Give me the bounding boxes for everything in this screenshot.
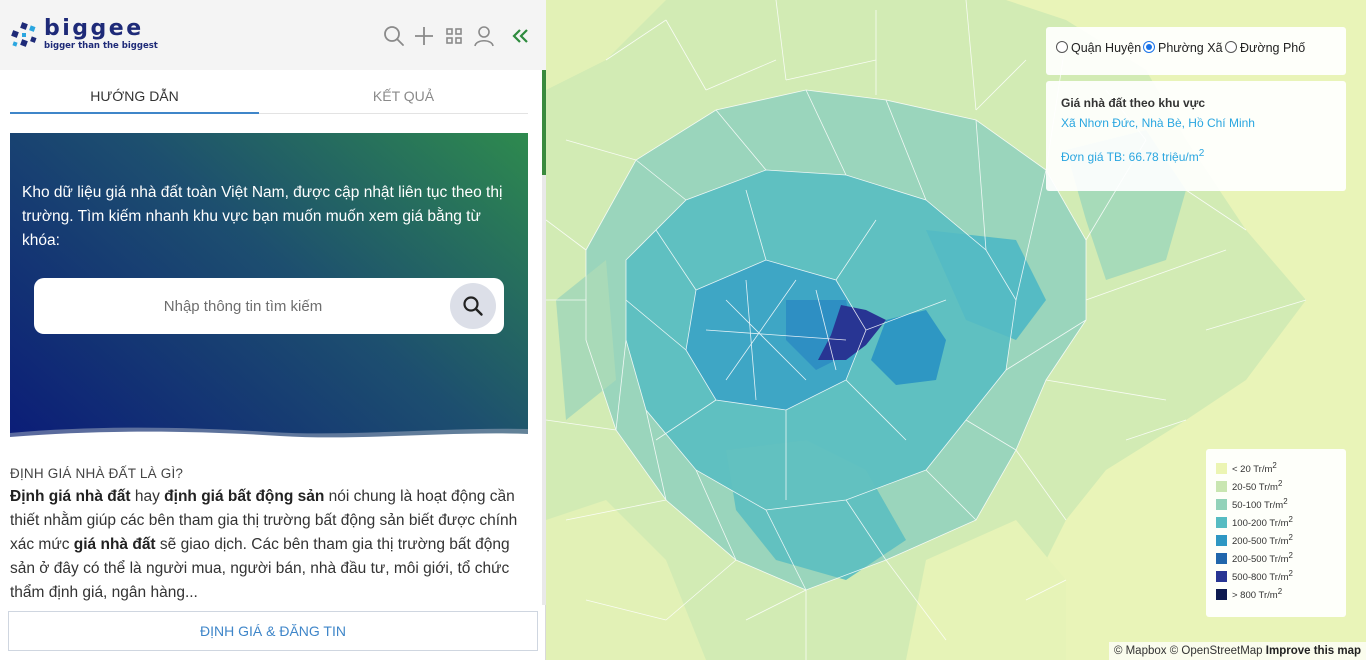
panel-tabs: HƯỚNG DẪN KẾT QUẢ — [10, 80, 528, 114]
brand-tagline: bigger than the biggest — [44, 41, 158, 51]
hero-banner: Kho dữ liệu giá nhà đất toàn Việt Nam, đ… — [10, 133, 528, 445]
hero-description: Kho dữ liệu giá nhà đất toàn Việt Nam, đ… — [22, 184, 503, 249]
price-value: Đơn giá TB: 66.78 triệu/m — [1061, 150, 1199, 164]
collapse-panel-icon[interactable] — [508, 24, 532, 48]
attribution-text[interactable]: © Mapbox © OpenStreetMap — [1114, 645, 1263, 657]
search-icon[interactable] — [382, 24, 406, 48]
legend-item: > 800 Tr/m2 — [1216, 587, 1282, 601]
article-text-part: giá nhà đất — [73, 536, 156, 553]
legend-item: 500-800 Tr/m2 — [1216, 569, 1293, 583]
legend-sup: 2 — [1277, 479, 1283, 488]
legend-sup: 2 — [1288, 515, 1293, 524]
legend-swatch — [1216, 589, 1227, 601]
legend-item: 100-200 Tr/m2 — [1216, 515, 1293, 529]
plus-icon[interactable] — [412, 24, 436, 48]
radio-duong-pho[interactable]: Đường Phố — [1225, 41, 1305, 59]
price-legend: < 20 Tr/m2 20-50 Tr/m2 50-100 Tr/m2 100-… — [1206, 449, 1346, 617]
legend-label: > 800 Tr/m — [1232, 590, 1278, 602]
valuation-post-button[interactable]: ĐỊNH GIÁ & ĐĂNG TIN — [8, 611, 538, 651]
map-attribution: © Mapbox © OpenStreetMap Improve this ma… — [1108, 642, 1366, 660]
logo-mark-icon — [11, 22, 37, 47]
legend-label: 100-200 Tr/m — [1232, 518, 1289, 530]
legend-sup: 2 — [1272, 461, 1277, 470]
legend-item: < 20 Tr/m2 — [1216, 461, 1277, 475]
radio-quan-huyen[interactable]: Quận Huyện — [1056, 41, 1141, 59]
legend-sup: 2 — [1288, 551, 1293, 560]
info-title: Giá nhà đất theo khu vực — [1061, 96, 1206, 110]
legend-swatch — [1216, 463, 1227, 475]
header-bar: biggee bigger than the biggest — [0, 0, 546, 70]
grid-icon[interactable] — [442, 24, 466, 48]
radio-quan-huyen-dot[interactable] — [1056, 41, 1068, 53]
hero-wave-decoration — [10, 427, 528, 445]
tab-huong-dan[interactable]: HƯỚNG DẪN — [10, 80, 259, 114]
legend-swatch — [1216, 481, 1227, 493]
brand-name: biggee — [44, 16, 144, 41]
left-panel: biggee bigger than the biggest HƯỚNG DẪN… — [0, 0, 546, 660]
article-text-part: Định giá nhà đất — [10, 488, 131, 505]
legend-item: 20-50 Tr/m2 — [1216, 479, 1282, 493]
legend-label: 20-50 Tr/m — [1232, 482, 1278, 494]
improve-map-link[interactable]: Improve this map — [1266, 645, 1361, 657]
search-box — [34, 278, 504, 334]
article-section: ĐỊNH GIÁ NHÀ ĐẤT LÀ GÌ? Định giá nhà đất… — [10, 466, 530, 605]
radio-label: Đường Phố — [1240, 41, 1306, 55]
search-button[interactable] — [450, 283, 496, 329]
area-info-card: Giá nhà đất theo khu vực Xã Nhơn Đức, Nh… — [1046, 81, 1346, 191]
legend-swatch — [1216, 535, 1227, 547]
legend-label: 500-800 Tr/m — [1232, 572, 1289, 584]
legend-sup: 2 — [1288, 569, 1293, 578]
search-icon — [463, 296, 483, 316]
legend-item: 200-500 Tr/m2 — [1216, 551, 1293, 565]
level-selector: Quận Huyện Phường Xã Đường Phố — [1046, 27, 1346, 75]
legend-swatch — [1216, 571, 1227, 583]
legend-label: 50-100 Tr/m — [1232, 500, 1284, 512]
legend-label: < 20 Tr/m — [1232, 464, 1273, 476]
article-text-part: định giá bất động sản — [164, 488, 325, 505]
radio-duong-pho-dot[interactable] — [1225, 41, 1237, 53]
info-price: Đơn giá TB: 66.78 triệu/m2 — [1061, 148, 1204, 164]
legend-label: 200-500 Tr/m — [1232, 536, 1289, 548]
article-body: Định giá nhà đất hay định giá bất động s… — [10, 485, 530, 605]
legend-swatch — [1216, 517, 1227, 529]
choropleth-map[interactable]: Quận Huyện Phường Xã Đường Phố Giá nhà đ… — [546, 0, 1366, 660]
user-icon[interactable] — [472, 24, 496, 48]
info-place: Xã Nhơn Đức, Nhà Bè, Hồ Chí Minh — [1061, 116, 1255, 130]
legend-swatch — [1216, 553, 1227, 565]
search-input[interactable] — [34, 278, 452, 334]
price-unit-sup: 2 — [1198, 148, 1205, 159]
article-heading: ĐỊNH GIÁ NHÀ ĐẤT LÀ GÌ? — [10, 466, 184, 481]
legend-item: 50-100 Tr/m2 — [1216, 497, 1288, 511]
radio-label: Phường Xã — [1158, 41, 1223, 55]
legend-item: 200-500 Tr/m2 — [1216, 533, 1293, 547]
legend-sup: 2 — [1283, 497, 1288, 506]
legend-sup: 2 — [1277, 587, 1283, 596]
radio-phuong-xa-dot[interactable] — [1143, 41, 1155, 53]
brand-logo[interactable]: biggee bigger than the biggest — [10, 16, 160, 54]
radio-label: Quận Huyện — [1071, 41, 1142, 55]
legend-label: 200-500 Tr/m — [1232, 554, 1289, 566]
legend-swatch — [1216, 499, 1227, 511]
legend-sup: 2 — [1288, 533, 1293, 542]
article-text-part: hay — [130, 488, 165, 505]
tab-ket-qua[interactable]: KẾT QUẢ — [279, 80, 528, 113]
radio-phuong-xa[interactable]: Phường Xã — [1143, 41, 1223, 59]
